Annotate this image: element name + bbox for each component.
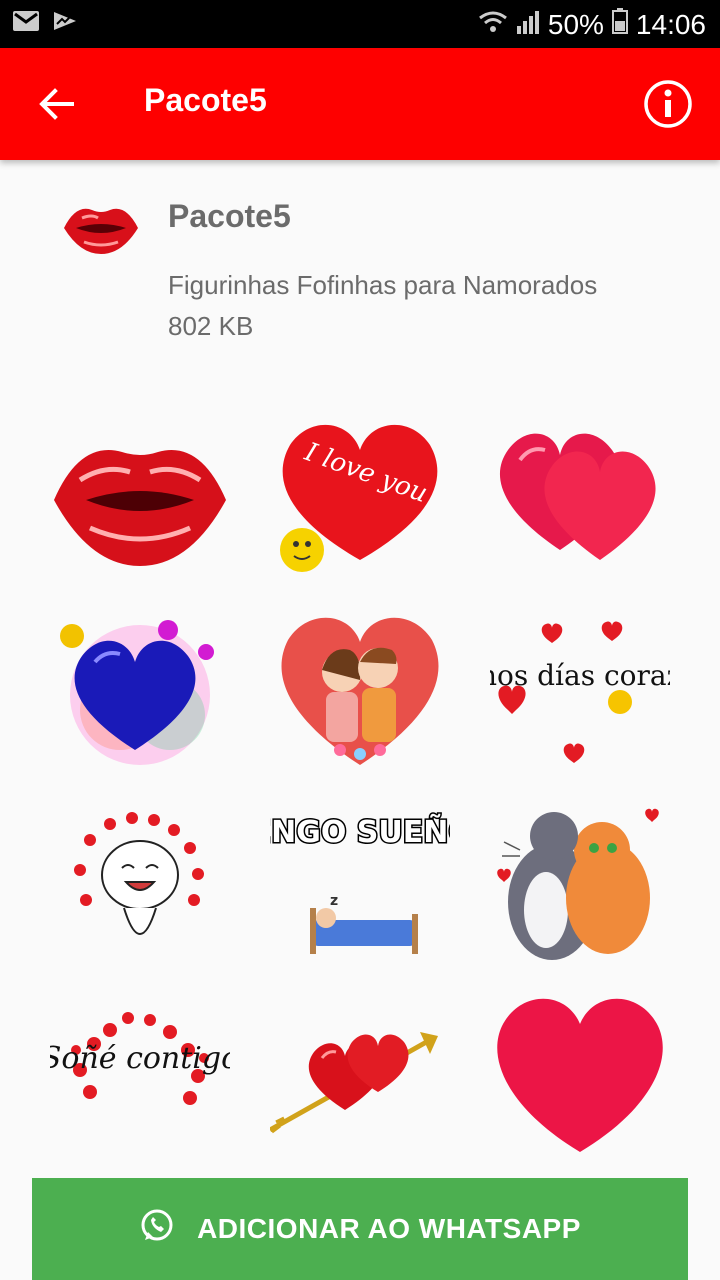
sticker-i-love-you-heart[interactable]: I love you bbox=[270, 410, 450, 590]
wifi-icon bbox=[478, 9, 508, 41]
sticker-big-heart[interactable] bbox=[490, 980, 670, 1160]
pack-size: 802 KB bbox=[168, 311, 254, 341]
sticker-couple-heart[interactable] bbox=[270, 600, 450, 780]
pack-name: Pacote5 bbox=[168, 198, 291, 234]
add-to-whatsapp-button[interactable]: ADICIONAR AO WHATSAPP bbox=[32, 1178, 688, 1280]
signal-icon bbox=[516, 9, 540, 41]
pack-description: Figurinhas Fofinhas para Namorados bbox=[168, 270, 598, 300]
gmail-icon bbox=[12, 10, 40, 37]
sticker-two-hearts[interactable] bbox=[490, 410, 670, 590]
sticker-sone-contigo[interactable]: Soñé contigo bbox=[41, 980, 239, 1160]
pack-header: Pacote5 Figurinhas Fofinhas para Namorad… bbox=[0, 160, 720, 380]
sticker-blue-heart[interactable] bbox=[50, 600, 230, 780]
arrow-back-icon[interactable] bbox=[30, 78, 82, 130]
sticker-text: Soñé contigo bbox=[50, 1041, 230, 1076]
sticker-lips[interactable] bbox=[50, 410, 230, 590]
status-bar: 50% 14:06 bbox=[0, 0, 720, 48]
sticker-cats-hug[interactable] bbox=[490, 790, 670, 970]
sticker-tengo-sueno[interactable]: TENGO SUEÑO z bbox=[229, 790, 475, 970]
battery-icon bbox=[611, 8, 628, 41]
page-title: Pacote5 bbox=[144, 82, 267, 118]
svg-text:z: z bbox=[330, 893, 338, 909]
sticker-smiling-face-hearts[interactable] bbox=[50, 790, 230, 970]
app-bar: Pacote5 bbox=[0, 48, 720, 160]
lips-icon bbox=[62, 200, 140, 258]
whatsapp-icon bbox=[139, 1208, 175, 1251]
sticker-buenos-dias[interactable]: Buenos días corazón bbox=[424, 600, 716, 780]
activity-icon bbox=[52, 10, 78, 37]
add-to-whatsapp-label: ADICIONAR AO WHATSAPP bbox=[197, 1213, 581, 1244]
battery-percent: 50% bbox=[547, 8, 604, 40]
clock: 14:06 bbox=[635, 8, 706, 40]
sticker-hearts-arrow[interactable] bbox=[268, 980, 450, 1160]
sticker-text: TENGO SUEÑO bbox=[270, 813, 450, 850]
info-icon[interactable] bbox=[642, 78, 694, 130]
